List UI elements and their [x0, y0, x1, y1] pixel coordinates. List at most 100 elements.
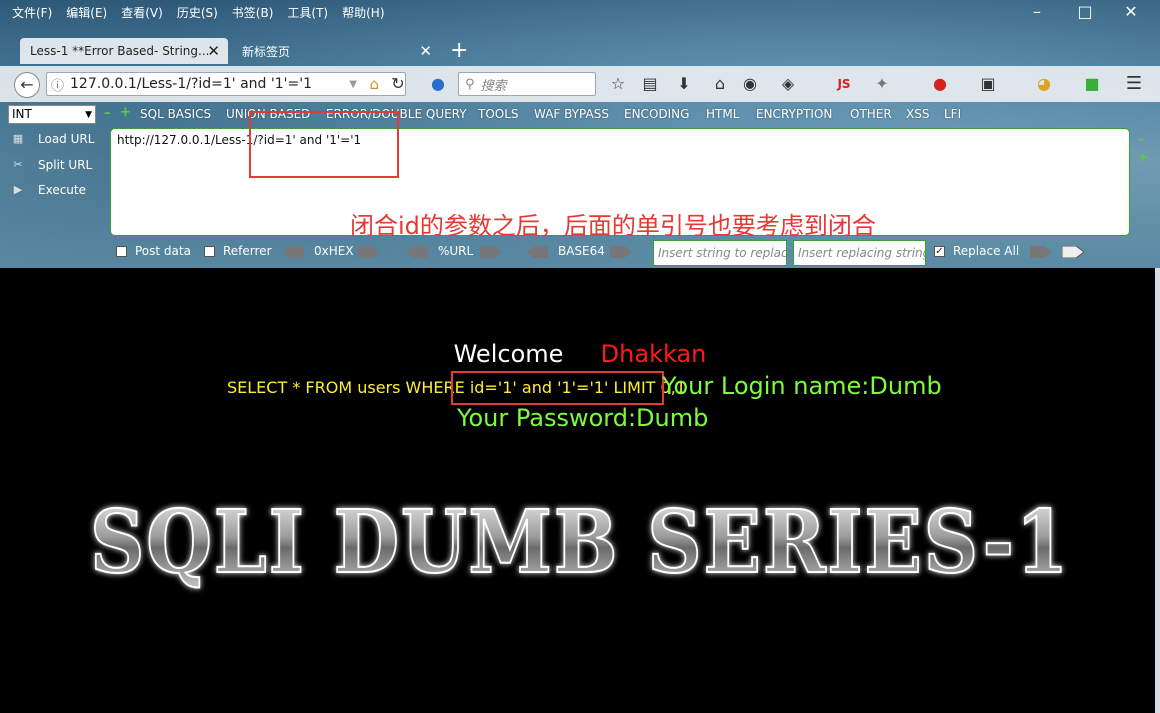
menu-lfi[interactable]: LFI [944, 107, 961, 121]
search-icon: ⚲ [465, 76, 475, 92]
url-decode-arrow-icon[interactable] [406, 246, 428, 258]
tab-less-1[interactable]: Less-1 **Error Based- String... ✕ [20, 38, 228, 64]
menu-other[interactable]: OTHER [850, 107, 892, 121]
menu-encryption[interactable]: ENCRYPTION [756, 107, 832, 121]
clipboard-icon[interactable]: ▣ [978, 74, 998, 94]
menu-encoding[interactable]: ENCODING [624, 107, 689, 121]
tab-new[interactable]: 新标签页 ✕ [232, 38, 440, 64]
highlight-box-query [451, 371, 664, 405]
type-select-value: INT [12, 107, 32, 121]
replacing-string-input[interactable]: Insert replacing string [793, 240, 926, 266]
banner-logo: SQLI DUMB SERIES-1 [89, 491, 1070, 594]
expand-icon[interactable]: + [1138, 150, 1148, 164]
referrer-toggle[interactable]: Referrer [204, 244, 272, 258]
menu-waf-bypass[interactable]: WAF BYPASS [534, 107, 609, 121]
menu-edit[interactable]: 编辑(E) [64, 4, 109, 21]
increment-icon[interactable]: + [120, 105, 131, 120]
split-url-label: Split URL [38, 158, 93, 172]
load-url-icon: ▦ [12, 132, 24, 145]
url-input[interactable]: 127.0.0.1/Less-1/?id=1' and '1'='1 [70, 76, 312, 92]
menu-history[interactable]: 历史(S) [175, 4, 220, 21]
replace-next-arrow-icon[interactable] [1062, 246, 1084, 258]
maximize-icon[interactable]: □ [1068, 2, 1102, 21]
base64-encode-arrow-icon[interactable] [610, 246, 632, 258]
highlight-box-url [249, 111, 399, 178]
play-icon: ▶ [13, 183, 23, 196]
menu-sql-basics[interactable]: SQL BASICS [140, 107, 211, 121]
load-url-label: Load URL [38, 132, 95, 146]
menu-tools[interactable]: TOOLS [478, 107, 519, 121]
replace-all-checkbox[interactable]: ✓ [934, 245, 945, 257]
home-button-icon[interactable]: ⌂ [710, 74, 730, 94]
hex-label: 0xHEX [314, 244, 354, 258]
welcome-text: Welcome [453, 340, 564, 368]
hex-decode-arrow-icon[interactable] [282, 246, 304, 258]
login-name: Your Login name:Dumb [662, 372, 942, 400]
star-icon[interactable]: ☆ [608, 74, 628, 94]
menu-bar: 文件(F) 编辑(E) 查看(V) 历史(S) 书签(B) 工具(T) 帮助(H… [0, 0, 1160, 24]
post-data-label: Post data [135, 244, 191, 258]
globe-icon[interactable]: ◉ [740, 74, 760, 94]
download-icon[interactable]: ⬇ [674, 74, 694, 94]
replace-all-toggle[interactable]: ✓ Replace All [934, 244, 1019, 258]
bird-icon[interactable]: ● [428, 74, 448, 94]
info-icon: ⓘ [51, 78, 65, 94]
wrench-icon[interactable]: ✦ [872, 74, 892, 94]
record-icon[interactable]: ● [930, 74, 950, 94]
type-select[interactable]: INT ▼ [8, 105, 96, 124]
shrink-icon[interactable]: – [1138, 132, 1144, 146]
hex-encode-arrow-icon[interactable] [358, 246, 380, 258]
reading-list-icon[interactable]: ▤ [640, 74, 660, 94]
url-bar[interactable]: ⓘ 127.0.0.1/Less-1/?id=1' and '1'='1 ▼ ⌂ [46, 72, 406, 96]
query-prefix: SELECT * FROM users WHERE [227, 378, 470, 397]
referrer-label: Referrer [223, 244, 272, 258]
password-text: Your Password:Dumb [457, 404, 709, 432]
close-window-icon[interactable]: ✕ [1114, 2, 1148, 21]
menu-html[interactable]: HTML [706, 107, 739, 121]
referrer-checkbox[interactable] [204, 245, 215, 257]
minimize-icon[interactable]: – [1020, 2, 1054, 21]
post-data-toggle[interactable]: Post data [116, 244, 191, 258]
base64-decode-arrow-icon[interactable] [526, 246, 548, 258]
base64-label: BASE64 [558, 244, 605, 258]
back-icon[interactable]: ← [14, 72, 40, 98]
search-input[interactable]: 搜索 [481, 75, 507, 94]
load-url-button[interactable]: ▦ Load URL [10, 131, 95, 147]
execute-label: Execute [38, 183, 86, 197]
replace-all-label: Replace All [953, 244, 1020, 258]
menu-help[interactable]: 帮助(H) [340, 4, 386, 21]
execute-button[interactable]: ▶ Execute [10, 182, 86, 198]
menu-bookmarks[interactable]: 书签(B) [230, 4, 276, 21]
annotation-text: 闭合id的参数之后，后面的单引号也要考虑到闭合 [350, 212, 876, 240]
decrement-icon[interactable]: – [104, 106, 111, 121]
menu-xss[interactable]: XSS [906, 107, 929, 121]
chevron-down-icon: ▼ [85, 110, 92, 120]
hamburger-menu-icon[interactable]: ☰ [1124, 74, 1144, 94]
js-icon[interactable]: JS [834, 74, 854, 94]
post-data-checkbox[interactable] [116, 245, 127, 257]
tab-label: 新标签页 [242, 44, 291, 59]
insert-string-input[interactable]: Insert string to replace [653, 240, 787, 266]
username-text: Dhakkan [600, 340, 707, 368]
close-tab-icon[interactable]: ✕ [207, 42, 220, 60]
palette-icon[interactable]: ◈ [778, 74, 798, 94]
scissors-icon: ✂ [13, 158, 23, 171]
new-tab-icon[interactable]: + [450, 38, 468, 63]
reload-icon[interactable]: ↻ [388, 74, 408, 94]
menu-file[interactable]: 文件(F) [10, 4, 54, 21]
url-enc-label: %URL [438, 244, 474, 258]
menu-tools[interactable]: 工具(T) [285, 4, 330, 21]
replace-arrow-icon[interactable] [1030, 246, 1052, 258]
shield-icon[interactable]: ■ [1082, 74, 1102, 94]
close-tab-icon[interactable]: ✕ [419, 42, 432, 60]
home-icon[interactable]: ⌂ [369, 75, 379, 93]
color-picker-icon[interactable]: ◕ [1034, 74, 1054, 94]
dropdown-arrow-icon[interactable]: ▼ [349, 79, 357, 90]
split-url-button[interactable]: ✂ Split URL [10, 157, 92, 173]
search-bar[interactable]: ⚲ 搜索 [458, 72, 596, 96]
menu-view[interactable]: 查看(V) [119, 4, 165, 21]
tab-label: Less-1 **Error Based- String... [30, 44, 210, 58]
url-encode-arrow-icon[interactable] [480, 246, 502, 258]
welcome-line: Welcome Dhakkan [0, 340, 1160, 368]
banner-text: SQLI DUMB SERIES-1 [90, 492, 1070, 593]
